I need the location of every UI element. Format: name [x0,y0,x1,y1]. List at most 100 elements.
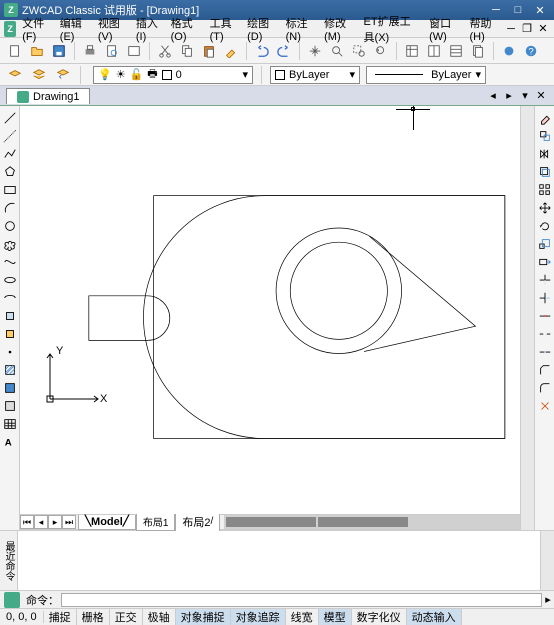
help-button[interactable]: ? [522,42,540,60]
array-tool[interactable] [537,182,553,198]
arc-tool[interactable] [2,200,18,216]
sheet-first-button[interactable]: ⏮ [20,515,34,529]
redo-button[interactable] [275,42,293,60]
sheet-tab-layout1[interactable]: 布局1 [136,513,176,531]
status-dyn[interactable]: 动态输入 [407,609,462,625]
menu-dimension[interactable]: 标注(N) [282,13,319,45]
open-button[interactable] [28,42,46,60]
new-button[interactable] [6,42,24,60]
status-polar[interactable]: 极轴 [143,609,176,625]
join-tool[interactable] [537,344,553,360]
sheet-tab-model[interactable]: ╲ Model ╱ [78,515,136,530]
revision-cloud-tool[interactable] [2,236,18,252]
zoom-realtime-button[interactable] [328,42,346,60]
menu-format[interactable]: 格式(O) [167,13,204,45]
doc-close-button[interactable]: ✕ [536,22,550,36]
command-expand-button[interactable]: ▸ [542,593,554,606]
rotate-tool[interactable] [537,218,553,234]
status-digitizer[interactable]: 数字化仪 [352,609,407,625]
tab-next-button[interactable]: ▸ [502,89,516,103]
doc-restore-button[interactable]: ❐ [520,22,534,36]
status-model[interactable]: 模型 [319,609,352,625]
erase-tool[interactable] [537,110,553,126]
stretch-tool[interactable] [537,254,553,270]
sheet-set-button[interactable] [469,42,487,60]
status-osnap[interactable]: 对象捕捉 [176,609,231,625]
offset-tool[interactable] [537,164,553,180]
status-lweight[interactable]: 线宽 [286,609,319,625]
gradient-tool[interactable] [2,380,18,396]
sheet-prev-button[interactable]: ◂ [34,515,48,529]
command-scrollbar[interactable] [540,531,554,590]
tab-prev-button[interactable]: ◂ [486,89,500,103]
undo-button[interactable] [253,42,271,60]
mtext-tool[interactable]: A [2,434,18,450]
close-button[interactable]: ✕ [530,3,550,17]
menu-file[interactable]: 文件(F) [18,13,54,45]
sheet-last-button[interactable]: ⏭ [62,515,76,529]
sheet-tab-layout2[interactable]: 布局2 / [175,513,220,532]
move-tool[interactable] [537,200,553,216]
command-input[interactable] [61,593,542,607]
polyline-tool[interactable] [2,146,18,162]
render-button[interactable] [500,42,518,60]
cut-button[interactable] [156,42,174,60]
construction-line-tool[interactable] [2,128,18,144]
menu-draw[interactable]: 绘图(D) [243,13,280,45]
status-snap[interactable]: 捕捉 [44,609,77,625]
document-tab[interactable]: Drawing1 [6,88,90,104]
print-preview-button[interactable] [103,42,121,60]
maximize-button[interactable]: □ [508,3,528,17]
design-center-button[interactable] [425,42,443,60]
zoom-window-button[interactable] [350,42,368,60]
insert-block-tool[interactable] [2,308,18,324]
tab-menu-button[interactable]: ▾ [518,89,532,103]
mirror-tool[interactable] [537,146,553,162]
menu-window[interactable]: 窗口(W) [425,13,463,45]
layer-properties-button[interactable] [30,66,48,84]
menu-edit[interactable]: 编辑(E) [56,13,92,45]
match-properties-button[interactable] [222,42,240,60]
tool-palettes-button[interactable] [447,42,465,60]
trim-tool[interactable] [537,272,553,288]
copy-button[interactable] [178,42,196,60]
copy-tool[interactable] [537,128,553,144]
coordinate-readout[interactable]: 0, 0, 0 [0,611,44,623]
rectangle-tool[interactable] [2,182,18,198]
plot-button[interactable] [125,42,143,60]
table-tool[interactable] [2,416,18,432]
zoom-previous-button[interactable] [372,42,390,60]
make-block-tool[interactable] [2,326,18,342]
circle-tool[interactable] [2,218,18,234]
command-history[interactable] [18,531,540,590]
linetype-combo[interactable]: ByLayer ▾ [366,66,486,84]
horizontal-scrollbar[interactable] [224,515,520,529]
hatch-tool[interactable] [2,362,18,378]
doc-minimize-button[interactable]: ─ [504,22,518,36]
extend-tool[interactable] [537,290,553,306]
paste-button[interactable] [200,42,218,60]
app-icon[interactable]: Z [4,21,16,37]
chamfer-tool[interactable] [537,362,553,378]
properties-button[interactable] [403,42,421,60]
sheet-next-button[interactable]: ▸ [48,515,62,529]
line-tool[interactable] [2,110,18,126]
status-grid[interactable]: 栅格 [77,609,110,625]
color-combo[interactable]: ByLayer ▾ [270,66,360,84]
save-button[interactable] [50,42,68,60]
menu-insert[interactable]: 插入(I) [132,13,165,45]
explode-tool[interactable] [537,398,553,414]
make-object-layer-button[interactable] [6,66,24,84]
break-tool[interactable] [537,326,553,342]
spline-tool[interactable] [2,254,18,270]
status-otrack[interactable]: 对象追踪 [231,609,286,625]
tab-close-button[interactable]: ✕ [534,89,548,103]
vertical-scrollbar[interactable] [520,106,534,530]
polygon-tool[interactable] [2,164,18,180]
ellipse-arc-tool[interactable] [2,290,18,306]
menu-help[interactable]: 帮助(H) [466,13,503,45]
break-at-point-tool[interactable] [537,308,553,324]
menu-modify[interactable]: 修改(M) [320,13,357,45]
layer-combo[interactable]: 💡 ☀ 🔓 🖶 0 ▾ [93,66,253,84]
point-tool[interactable] [2,344,18,360]
